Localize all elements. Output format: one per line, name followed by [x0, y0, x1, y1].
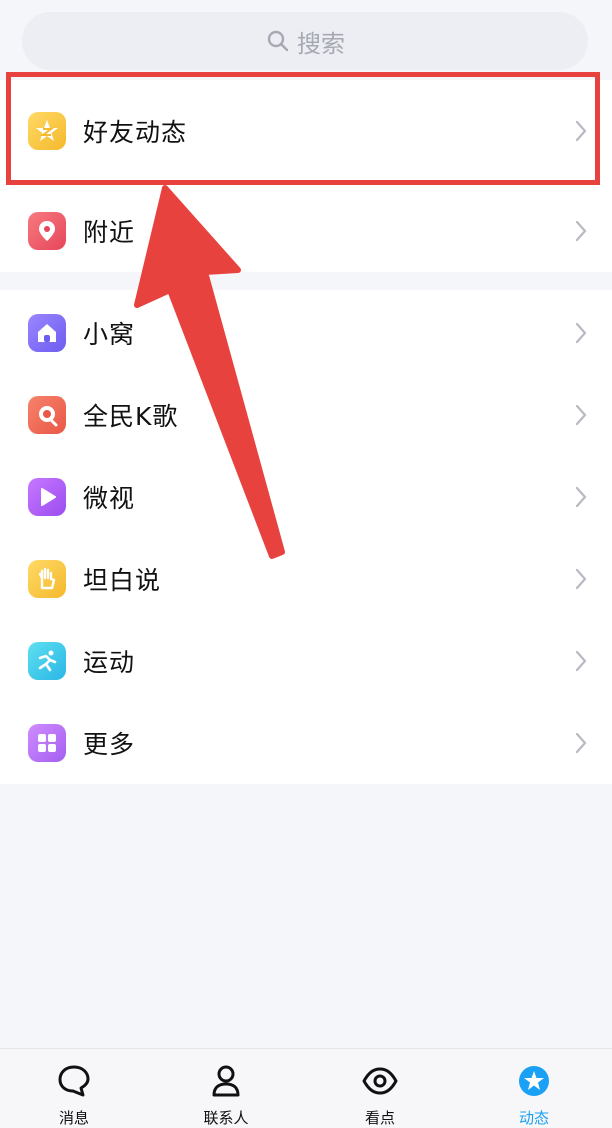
- menu-item-label: 全民K歌: [83, 402, 179, 431]
- chevron-right-icon: [575, 220, 587, 242]
- chevron-right-icon: [575, 732, 587, 754]
- tab-label: 动态: [518, 1109, 549, 1127]
- menu-item-sports[interactable]: 运动: [0, 620, 612, 702]
- tab-contacts[interactable]: 联系人: [166, 1049, 286, 1127]
- menu-item-karaoke[interactable]: 全民K歌: [0, 374, 612, 456]
- search-icon: [267, 30, 289, 52]
- search-bar[interactable]: 搜索: [22, 12, 588, 70]
- location-pin-icon: [28, 212, 66, 250]
- menu-item-weishi[interactable]: 微视: [0, 456, 612, 538]
- running-icon: [28, 642, 66, 680]
- eye-icon: [362, 1067, 398, 1095]
- tab-label: 看点: [364, 1109, 395, 1127]
- menu-item-label: 小窝: [83, 320, 136, 349]
- menu-item-label: 坦白说: [83, 566, 162, 595]
- star-dynamic-icon: [519, 1066, 549, 1096]
- chevron-right-icon: [575, 322, 587, 344]
- highlight-box: [6, 72, 600, 185]
- menu-item-more[interactable]: 更多: [0, 702, 612, 784]
- bottom-tab-bar: 消息 联系人 看点 动态: [0, 1048, 612, 1127]
- menu-item-label: 附近: [83, 218, 136, 247]
- tab-label: 消息: [58, 1109, 89, 1127]
- menu-group-apps: 小窝 全民K歌 微视 坦白说 运动 更多: [0, 290, 612, 784]
- menu-item-xiaowo[interactable]: 小窝: [0, 292, 612, 374]
- chevron-right-icon: [575, 404, 587, 426]
- chevron-right-icon: [575, 650, 587, 672]
- house-icon: [28, 314, 66, 352]
- menu-item-label: 更多: [83, 730, 136, 759]
- tab-dynamic[interactable]: 动态: [474, 1049, 594, 1127]
- grid-icon: [28, 724, 66, 762]
- search-area: 搜索: [0, 0, 612, 72]
- search-placeholder: 搜索: [297, 29, 345, 58]
- tab-kandian[interactable]: 看点: [320, 1049, 440, 1127]
- menu-item-label: 微视: [83, 484, 136, 513]
- chevron-right-icon: [575, 568, 587, 590]
- play-icon: [28, 478, 66, 516]
- menu-item-nearby[interactable]: 附近: [0, 190, 612, 272]
- chevron-right-icon: [575, 486, 587, 508]
- message-bubble-icon: [58, 1065, 90, 1097]
- hand-icon: [28, 560, 66, 598]
- contact-person-icon: [212, 1065, 240, 1097]
- menu-item-label: 运动: [83, 648, 136, 677]
- tab-label: 联系人: [203, 1109, 249, 1127]
- karaoke-icon: [28, 396, 66, 434]
- tab-messages[interactable]: 消息: [14, 1049, 134, 1127]
- menu-item-tanbaishuo[interactable]: 坦白说: [0, 538, 612, 620]
